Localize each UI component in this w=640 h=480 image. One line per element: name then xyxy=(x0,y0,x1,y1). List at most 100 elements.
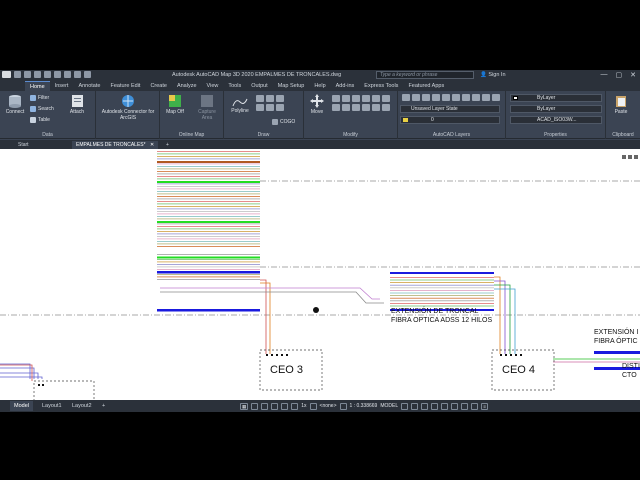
layer-off-icon[interactable] xyxy=(472,94,480,101)
minimize-button[interactable]: — xyxy=(601,71,608,79)
array-icon[interactable] xyxy=(362,104,370,111)
app-logo-icon[interactable] xyxy=(2,71,11,78)
arc-icon[interactable] xyxy=(276,95,284,102)
lineweight-dropdown[interactable]: ACAD_ISO03W... xyxy=(510,116,602,124)
hatch-icon[interactable] xyxy=(266,104,274,111)
3d-osnap-icon[interactable] xyxy=(431,402,439,410)
arcgis-connector-button[interactable]: Autodesk Connector for ArcGIS xyxy=(100,94,156,121)
snap-icon[interactable] xyxy=(251,402,259,410)
search-data-button[interactable]: Search xyxy=(30,106,54,112)
tab-insert[interactable]: Insert xyxy=(50,81,74,91)
dynamic-ucs-icon[interactable] xyxy=(441,402,449,410)
layer-state-dropdown[interactable]: Unsaved Layer State xyxy=(400,105,500,113)
tab-map-setup[interactable]: Map Setup xyxy=(273,81,310,91)
drawing-tab[interactable]: EMPALMES DE TRONCALES* ✕ xyxy=(72,141,158,149)
zoom-level[interactable]: 1x xyxy=(301,403,306,409)
customize-icon[interactable]: ≡ xyxy=(481,402,489,410)
grid-icon[interactable]: ▦ xyxy=(240,402,249,410)
selection-cycling-icon[interactable] xyxy=(421,402,429,410)
close-tab-icon[interactable]: ✕ xyxy=(150,142,154,148)
tab-featured-apps[interactable]: Featured Apps xyxy=(403,81,449,91)
lineweight-icon[interactable] xyxy=(401,402,409,410)
transparency-icon[interactable] xyxy=(411,402,419,410)
save-icon[interactable] xyxy=(34,71,41,78)
drawing-canvas[interactable]: EXTENSIÓN DE TRONCAL FIBRA OPTICA ADSS 1… xyxy=(0,149,640,400)
connect-button[interactable]: Connect xyxy=(3,94,27,115)
layout1-tab[interactable]: Layout1 xyxy=(38,401,66,411)
rotate-icon[interactable] xyxy=(332,95,340,102)
isolate-icon[interactable] xyxy=(451,402,459,410)
open-file-icon[interactable] xyxy=(24,71,31,78)
add-layout-button[interactable]: + xyxy=(98,401,109,411)
osnap-icon[interactable] xyxy=(281,402,289,410)
layer-walk-icon[interactable] xyxy=(492,94,500,101)
circle-icon[interactable] xyxy=(266,95,274,102)
trim-icon[interactable] xyxy=(342,95,350,102)
new-file-icon[interactable] xyxy=(14,71,21,78)
tab-home[interactable]: Home xyxy=(25,81,50,91)
offset-icon[interactable] xyxy=(372,104,380,111)
rectangle-icon[interactable] xyxy=(256,104,264,111)
annotation-icon[interactable] xyxy=(291,402,299,410)
capture-area-button[interactable]: Capture Area xyxy=(194,94,220,121)
copy-icon[interactable] xyxy=(362,95,370,102)
tab-add-ins[interactable]: Add-ins xyxy=(331,81,360,91)
layer-previous-icon[interactable] xyxy=(432,94,440,101)
hardware-accel-icon[interactable] xyxy=(461,402,469,410)
tab-annotate[interactable]: Annotate xyxy=(73,81,105,91)
stretch-icon[interactable] xyxy=(342,104,350,111)
line-icon[interactable] xyxy=(256,95,264,102)
tab-help[interactable]: Help xyxy=(309,81,330,91)
layer-isolate-icon[interactable] xyxy=(442,94,450,101)
search-input[interactable]: Type a keyword or phrase xyxy=(376,71,474,79)
layer-unisolate-icon[interactable] xyxy=(452,94,460,101)
new-tab-button[interactable]: + xyxy=(162,141,173,149)
mirror-icon[interactable] xyxy=(372,95,380,102)
attach-button[interactable]: Attach xyxy=(66,94,88,115)
layer-lock-icon[interactable] xyxy=(482,94,490,101)
model-tab[interactable]: Model xyxy=(10,401,33,411)
linetype-dropdown[interactable]: ByLayer xyxy=(510,105,602,113)
scale-icon[interactable] xyxy=(352,104,360,111)
tab-express-tools[interactable]: Express Tools xyxy=(359,81,403,91)
layer-freeze-icon[interactable] xyxy=(462,94,470,101)
share-icon[interactable] xyxy=(84,71,91,78)
maximize-button[interactable]: ▢ xyxy=(616,71,623,79)
join-icon[interactable] xyxy=(382,104,390,111)
tab-output[interactable]: Output xyxy=(246,81,273,91)
tab-feature-edit[interactable]: Feature Edit xyxy=(105,81,145,91)
layout2-tab[interactable]: Layout2 xyxy=(68,401,96,411)
move-button[interactable]: Move xyxy=(306,94,328,115)
none-dropdown[interactable]: <none> xyxy=(320,403,337,409)
start-tab[interactable]: Start xyxy=(14,141,33,149)
tab-view[interactable]: View xyxy=(202,81,224,91)
map-off-button[interactable]: Map Off xyxy=(163,94,187,115)
erase-icon[interactable] xyxy=(352,95,360,102)
cogo-button[interactable]: COGO xyxy=(272,119,295,125)
explode-icon[interactable] xyxy=(332,104,340,111)
plot-icon[interactable] xyxy=(54,71,61,78)
save-as-icon[interactable] xyxy=(44,71,51,78)
ceo-box-left[interactable] xyxy=(33,380,95,400)
close-button[interactable]: ✕ xyxy=(630,71,636,79)
layer-dropdown[interactable]: 0 xyxy=(400,116,500,124)
scale-value[interactable]: 1 : 0.338669 xyxy=(350,403,378,409)
fillet-icon[interactable] xyxy=(382,95,390,102)
paste-button[interactable]: Paste xyxy=(608,94,634,115)
tab-analyze[interactable]: Analyze xyxy=(172,81,202,91)
settings-icon[interactable] xyxy=(309,402,317,410)
polar-icon[interactable] xyxy=(271,402,279,410)
clean-screen-icon[interactable] xyxy=(471,402,479,410)
point-icon[interactable] xyxy=(276,104,284,111)
polyline-button[interactable]: Polyline xyxy=(226,97,254,114)
model-space-button[interactable]: MODEL xyxy=(380,403,398,409)
tab-create[interactable]: Create xyxy=(145,81,172,91)
filter-button[interactable]: Filter xyxy=(30,95,49,101)
color-dropdown[interactable]: ByLayer xyxy=(510,94,602,102)
table-button[interactable]: Table xyxy=(30,117,50,123)
layer-properties-icon[interactable] xyxy=(402,94,410,101)
layer-icon[interactable] xyxy=(412,94,420,101)
undo-icon[interactable] xyxy=(64,71,71,78)
viewport-controls[interactable] xyxy=(622,155,638,159)
sign-in-button[interactable]: 👤 Sign In xyxy=(480,72,506,78)
